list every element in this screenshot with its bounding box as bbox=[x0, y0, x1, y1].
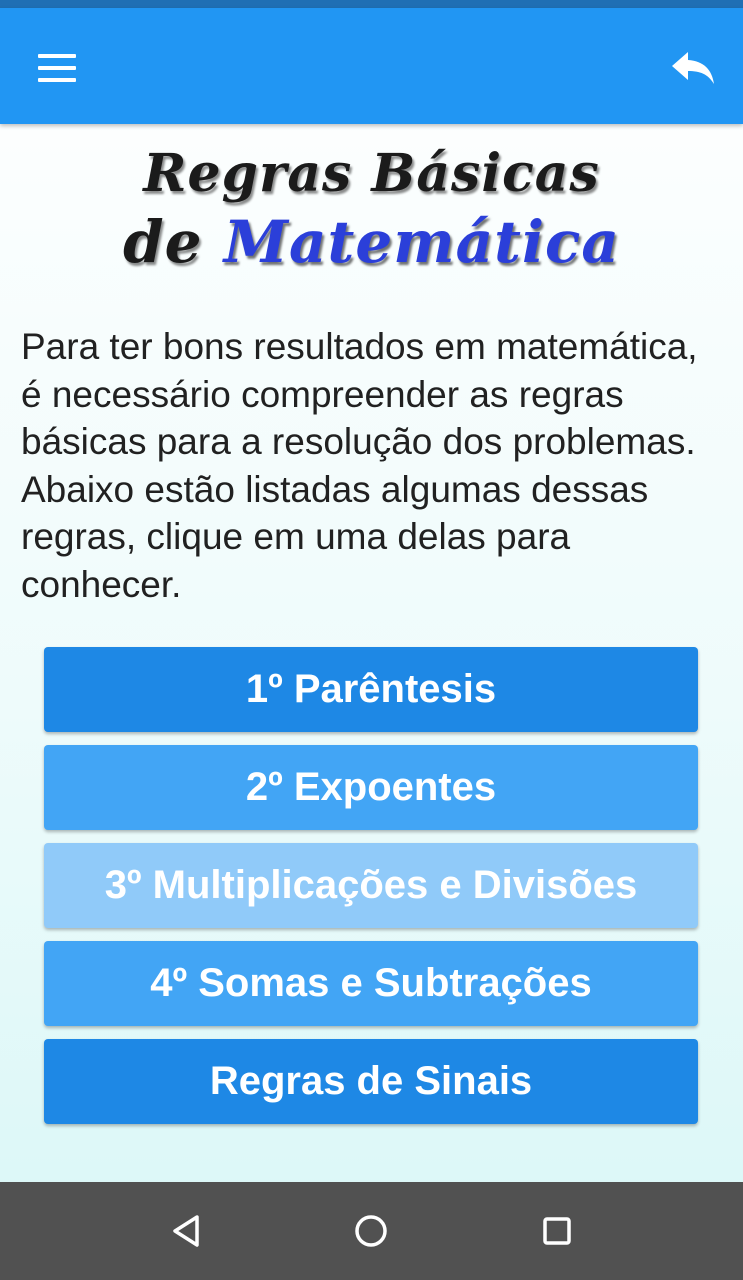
system-navigation-bar bbox=[0, 1182, 743, 1280]
status-bar bbox=[0, 0, 743, 8]
rule-button-somas[interactable]: 4º Somas e Subtrações bbox=[44, 941, 698, 1026]
triangle-back-icon[interactable] bbox=[161, 1206, 211, 1256]
rule-button-multiplicacoes[interactable]: 3º Multiplicações e Divisões bbox=[44, 843, 698, 928]
rule-button-label: 3º Multiplicações e Divisões bbox=[104, 863, 638, 907]
rule-button-sinais[interactable]: Regras de Sinais bbox=[44, 1039, 698, 1124]
logo-title-line1: Regras Básicas bbox=[143, 143, 600, 204]
square-recents-icon[interactable] bbox=[532, 1206, 582, 1256]
rule-button-parentesis[interactable]: 1º Parêntesis bbox=[44, 647, 698, 732]
rule-button-label: 4º Somas e Subtrações bbox=[150, 961, 592, 1005]
hamburger-menu-icon[interactable] bbox=[38, 54, 76, 82]
rule-button-label: 1º Parêntesis bbox=[245, 667, 497, 711]
reply-arrow-icon[interactable] bbox=[670, 48, 716, 88]
rule-button-expoentes[interactable]: 2º Expoentes bbox=[44, 745, 698, 830]
rule-button-label: 2º Expoentes bbox=[245, 765, 497, 809]
logo-word-de: de bbox=[123, 208, 203, 276]
app-bar bbox=[0, 8, 743, 124]
app-logo: Regras Básicas de Matemática bbox=[100, 140, 643, 280]
rule-button-label: Regras de Sinais bbox=[209, 1059, 533, 1103]
logo-title-line2: de Matemática bbox=[100, 208, 643, 276]
intro-paragraph: Para ter bons resultados em matemática, … bbox=[21, 326, 698, 605]
logo-word-matematica: Matemática bbox=[223, 208, 620, 276]
circle-home-icon[interactable] bbox=[346, 1206, 396, 1256]
